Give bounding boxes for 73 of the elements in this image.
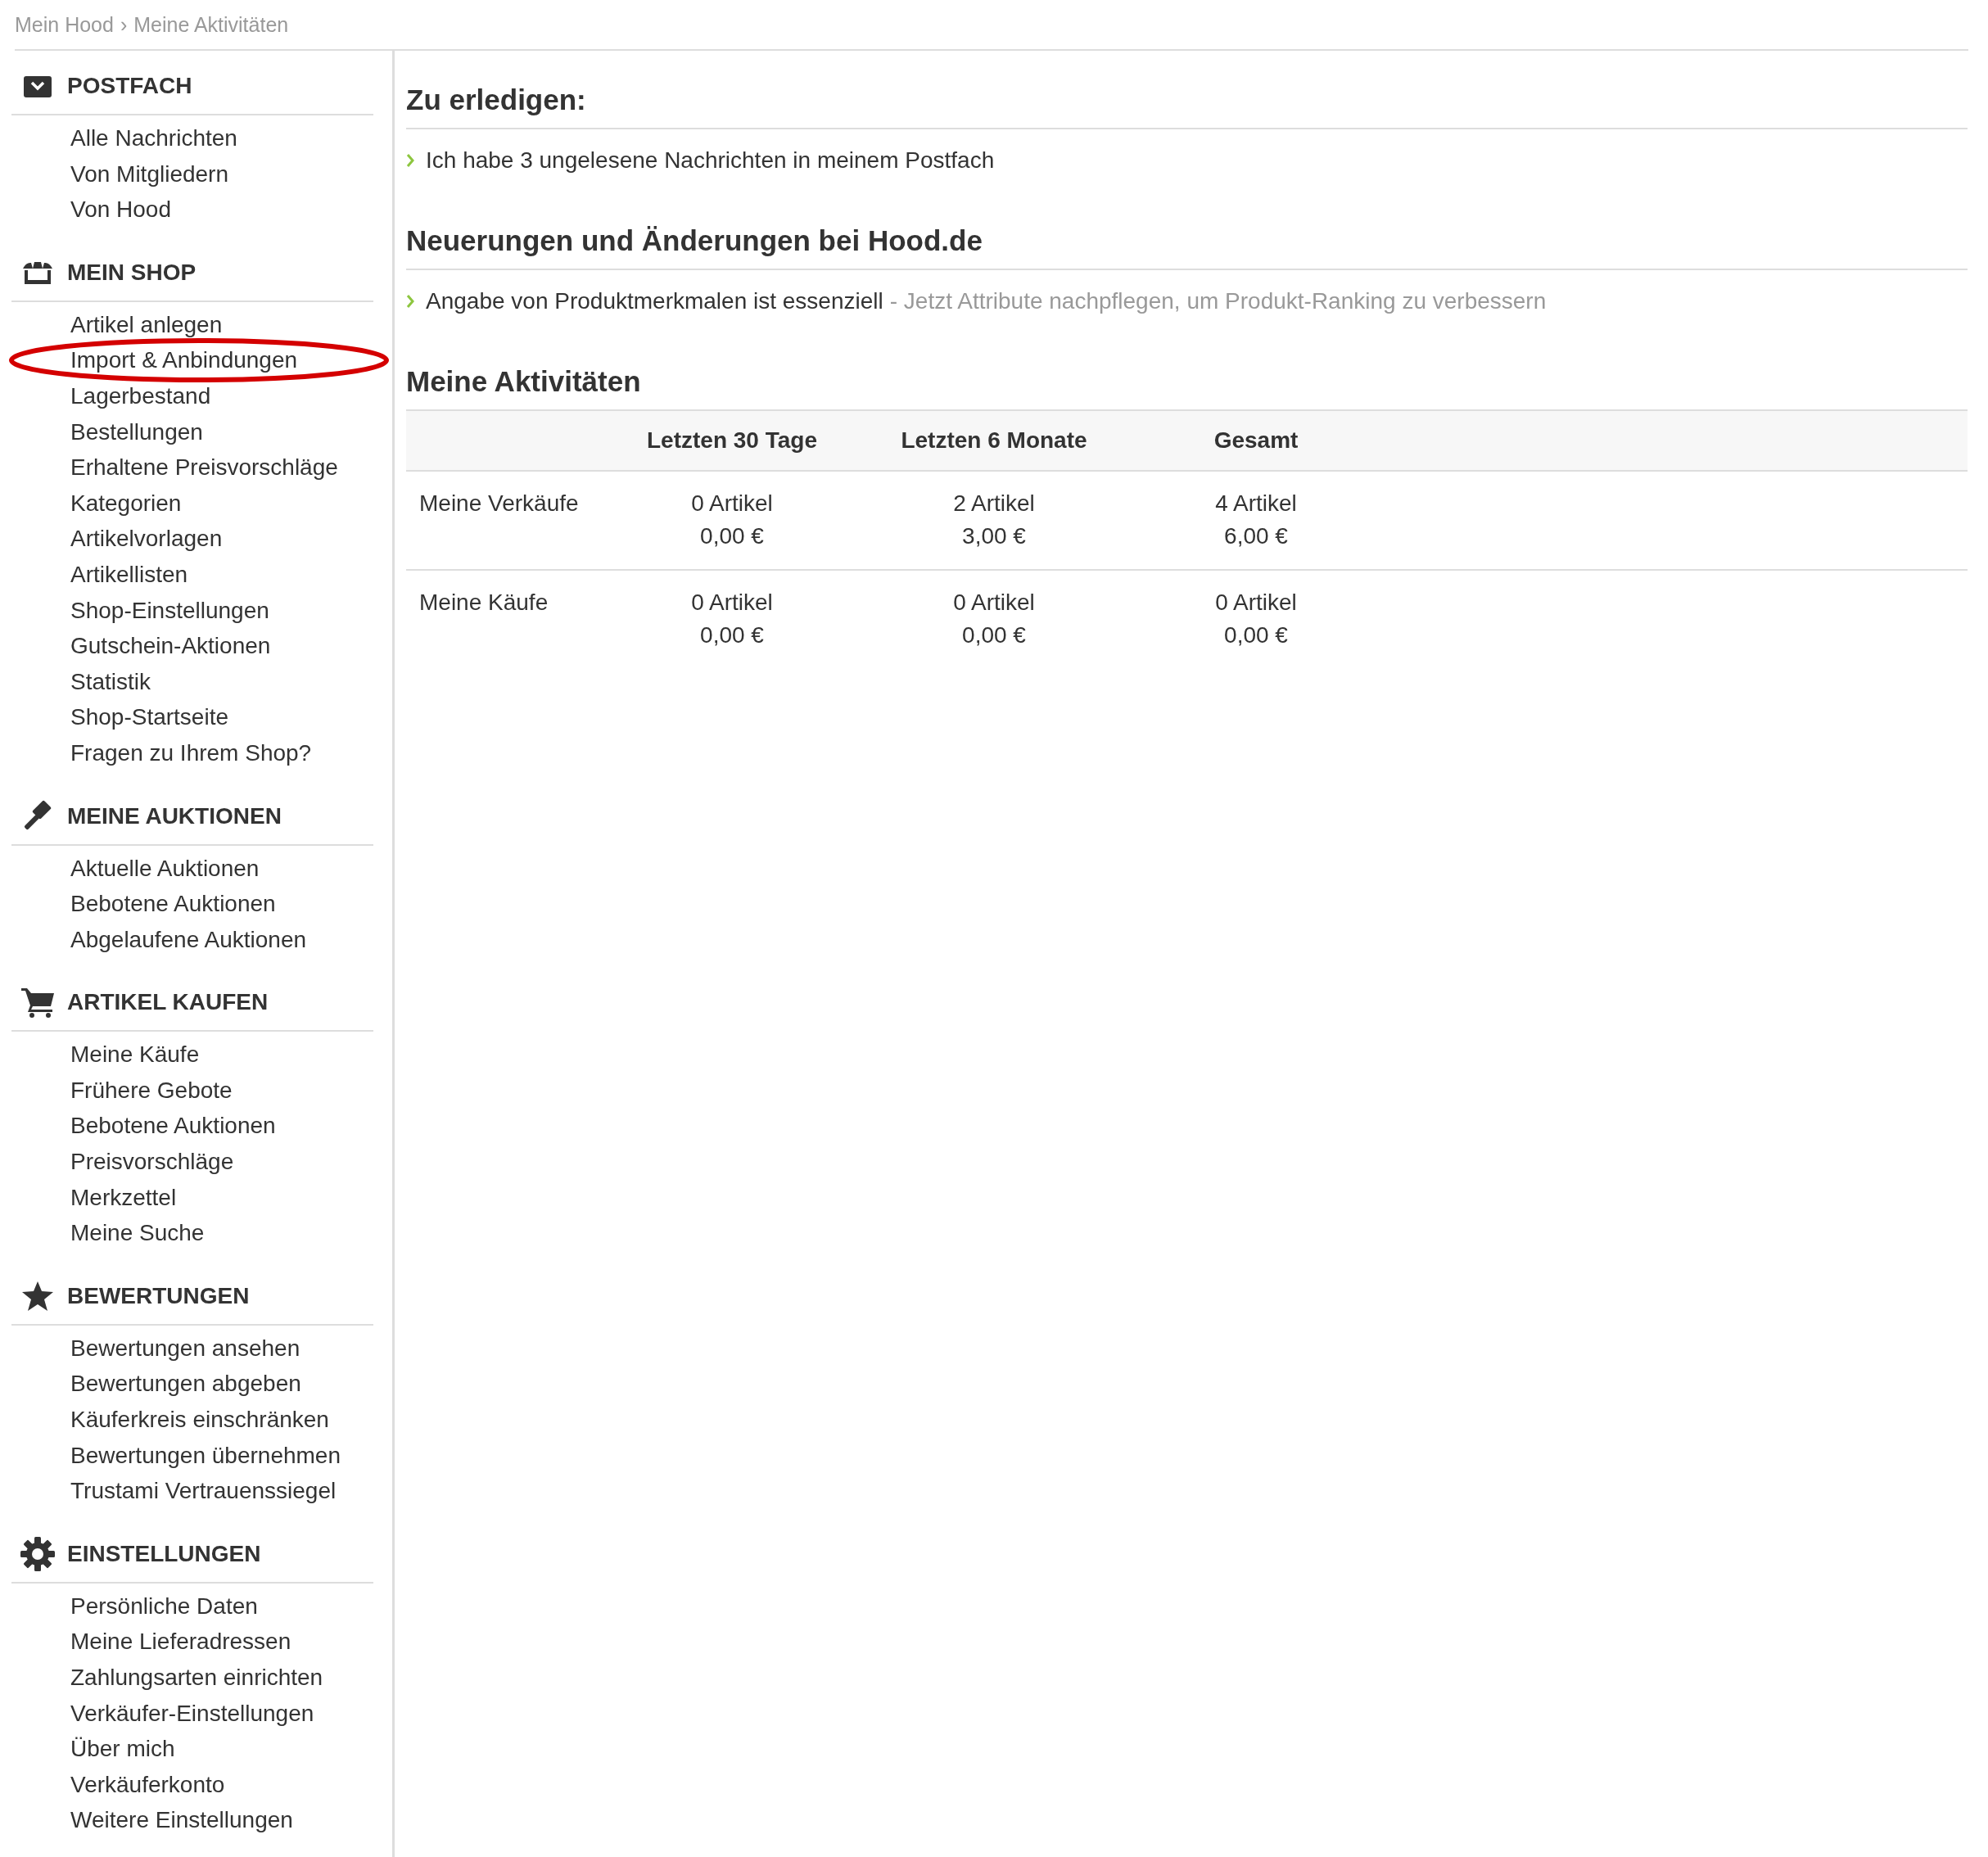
amount: 0,00 € [961,621,1027,649]
item-count: 0 Artikel [952,589,1036,617]
sidebar-link[interactable]: Meine Suche [70,1220,205,1246]
item-count: 4 Artikel [1214,490,1298,517]
sidebar-link[interactable]: Gutschein-Aktionen [70,633,271,659]
sidebar-link[interactable]: Verkäufer-Einstellungen [70,1700,314,1726]
sidebar-link[interactable]: Bestellungen [70,418,203,445]
sidebar-link[interactable]: Persönliche Daten [70,1593,258,1619]
sidebar-section-title: BEWERTUNGEN [67,1282,250,1309]
sidebar-link[interactable]: Trustami Vertrauenssiegel [70,1478,337,1504]
sidebar-link[interactable]: Merkzettel [70,1184,177,1210]
envelope-icon [24,75,52,97]
amount: 0,00 € [699,522,765,550]
news-link[interactable]: Angabe von Produktmerkmalen ist essenziell [426,288,883,314]
sidebar-link[interactable]: Meine Lieferadressen [70,1629,291,1655]
chevron-icon [406,294,414,309]
sidebar-link[interactable]: Bebotene Auktionen [70,891,276,917]
item-count: 2 Artikel [952,490,1036,517]
sidebar-link[interactable]: Zahlungsarten einrichten [70,1665,323,1690]
sidebar-link[interactable]: Bebotene Auktionen [70,1113,276,1139]
sidebar-link[interactable]: Bewertungen abgeben [70,1371,301,1397]
news-note: - Jetzt Attribute nachpflegen, um Produkt-Ranking zu verbessern [889,288,1547,314]
sidebar-link[interactable]: Meine Käufe [70,1041,200,1068]
sidebar-section-title: EINSTELLUNGEN [67,1540,261,1567]
sidebar-link[interactable]: Erhaltene Preisvorschläge [70,454,338,481]
item-count: 0 Artikel [1214,589,1298,617]
sidebar-link[interactable]: Über mich [70,1736,175,1762]
row-label: Meine Verkäufe [419,490,579,516]
star-icon [21,1280,54,1312]
sidebar-link[interactable]: Artikelvorlagen [70,526,223,552]
sidebar-section-title: POSTFACH [67,73,192,99]
column-header: Letzten 6 Monate [901,427,1087,453]
amount: 6,00 € [1223,522,1289,550]
sidebar-section-title: ARTIKEL KAUFEN [67,989,269,1016]
sidebar-link[interactable]: Bewertungen übernehmen [70,1442,341,1468]
breadcrumb-separator: › [120,12,128,37]
amount: 0,00 € [1223,621,1289,649]
sidebar-link[interactable]: Weitere Einstellungen [70,1807,293,1833]
row-label: Meine Käufe [419,590,549,615]
sidebar-link[interactable]: Frühere Gebote [70,1077,233,1103]
sidebar-section-title: MEINE AUKTIONEN [67,802,282,829]
sidebar-link[interactable]: Statistik [70,668,151,694]
amount: 3,00 € [961,522,1027,550]
chevron-icon [406,153,414,168]
sidebar-link[interactable]: Kategorien [70,490,182,516]
sidebar-link[interactable]: Fragen zu Ihrem Shop? [70,739,312,766]
sidebar-link[interactable]: Abgelaufene Auktionen [70,926,307,952]
sidebar-link[interactable]: Von Mitgliedern [70,160,228,187]
sidebar-link[interactable]: Shop-Einstellungen [70,597,269,623]
gear-icon [20,1536,55,1571]
sidebar-link[interactable]: Lagerbestand [70,382,211,409]
sidebar-link[interactable]: Preisvorschläge [70,1149,234,1175]
sidebar-link[interactable]: Alle Nachrichten [70,125,237,151]
item-count: 0 Artikel [690,490,774,517]
shop-icon [21,260,54,285]
sidebar-link[interactable]: Von Hood [70,197,171,223]
column-header: Letzten 30 Tage [647,427,817,453]
breadcrumb-current: Meine Aktivitäten [133,12,289,37]
sidebar-link[interactable]: Verkäuferkonto [70,1771,225,1797]
column-header: Gesamt [1213,427,1299,453]
sidebar-link[interactable]: Käuferkreis einschränken [70,1407,329,1433]
todo-link[interactable]: Ich habe 3 ungelesene Nachrichten in meinem Postfach [426,147,995,174]
item-count: 0 Artikel [690,589,774,617]
section-heading: Neuerungen und Änderungen bei Hood.de [406,224,1968,270]
sidebar-link[interactable]: Artikellisten [70,561,188,587]
amount: 0,00 € [699,621,765,649]
section-heading: Zu erledigen: [406,84,1968,129]
sidebar-link[interactable]: Artikel anlegen [70,311,223,337]
sidebar-link[interactable]: Aktuelle Auktionen [70,855,260,881]
sidebar-section-title: MEIN SHOP [67,259,197,286]
sidebar-link[interactable]: Shop-Startseite [70,704,228,730]
cart-icon [21,987,54,1019]
sidebar-link[interactable]: Bewertungen ansehen [70,1335,300,1361]
